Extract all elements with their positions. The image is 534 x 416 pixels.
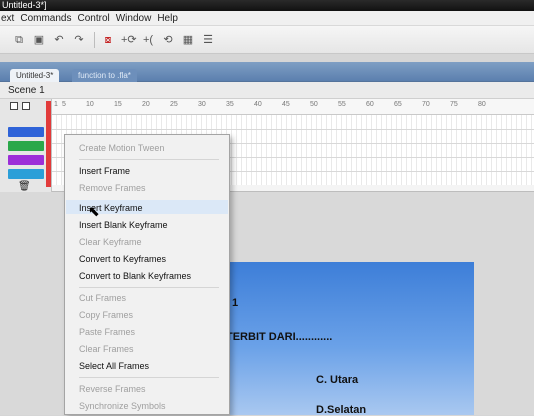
ruler-label: 30 xyxy=(198,101,206,108)
undo-icon[interactable]: ↶ xyxy=(52,33,66,47)
menu-text[interactable]: ext xyxy=(0,13,20,24)
menu-cut-frames: Cut Frames xyxy=(79,293,127,303)
ruler-label: 5 xyxy=(62,101,66,108)
slide-line-2: TERBIT DARI............ xyxy=(226,331,333,343)
main-toolbar: ⧉ ▣ ↶ ↷ ⧇ +⟳ +( ⟲ ▦ ☰ xyxy=(0,26,534,54)
ruler-label: 75 xyxy=(450,101,458,108)
menu-window[interactable]: Window xyxy=(116,13,158,24)
menu-control[interactable]: Control xyxy=(77,13,115,24)
menu-insert-blank-keyframe[interactable]: Insert Blank Keyframe xyxy=(79,219,168,231)
menu-insert-frame[interactable]: Insert Frame xyxy=(79,165,130,177)
frame-context-menu: Create Motion Tween Insert Frame Remove … xyxy=(64,134,230,415)
ruler-label: 35 xyxy=(226,101,234,108)
menu-remove-frames: Remove Frames xyxy=(79,183,146,193)
paste-icon[interactable]: ▣ xyxy=(32,33,46,47)
ruler-label: 65 xyxy=(394,101,402,108)
rotate-icon[interactable]: ⟲ xyxy=(161,33,175,47)
menu-clear-frames: Clear Frames xyxy=(79,344,134,354)
menu-separator xyxy=(79,377,219,378)
window-title-bar: Untitled-3*] xyxy=(0,0,534,11)
ruler-label: 1 xyxy=(54,101,58,108)
menu-separator xyxy=(79,287,219,288)
menu-convert-to-keyframes[interactable]: Convert to Keyframes xyxy=(79,253,166,265)
slide-line-1: 1 xyxy=(232,297,239,309)
slide-line-3: C. Utara xyxy=(316,374,359,386)
document-tab-bar: Untitled-3* function to .fla* xyxy=(0,62,534,82)
menu-convert-to-blank-keyframes[interactable]: Convert to Blank Keyframes xyxy=(79,270,191,282)
ruler-label: 55 xyxy=(338,101,346,108)
redo-icon[interactable]: ↷ xyxy=(72,33,86,47)
window-title: Untitled-3*] xyxy=(2,0,47,10)
ruler-label: 60 xyxy=(366,101,374,108)
toolbar-separator xyxy=(94,31,95,48)
layer-1[interactable] xyxy=(8,127,44,137)
frame-row-divider xyxy=(52,129,534,130)
ruler-label: 10 xyxy=(86,101,94,108)
menu-synchronize-symbols: Synchronize Symbols xyxy=(79,401,166,411)
menu-create-motion-tween: Create Motion Tween xyxy=(79,143,165,153)
ruler-label: 40 xyxy=(254,101,262,108)
ruler-label: 20 xyxy=(142,101,150,108)
menu-help[interactable]: Help xyxy=(157,13,184,24)
menu-paste-frames: Paste Frames xyxy=(79,327,136,337)
slide-line-4: D.Selatan xyxy=(316,404,367,416)
layer-2[interactable] xyxy=(8,141,44,151)
menu-commands[interactable]: Commands xyxy=(20,13,77,24)
ruler-label: 45 xyxy=(282,101,290,108)
tab-function-fla[interactable]: function to .fla* xyxy=(72,69,137,82)
ruler-label: 25 xyxy=(170,101,178,108)
snap-icon[interactable]: ⧇ xyxy=(101,33,115,47)
scale-icon[interactable]: ▦ xyxy=(181,33,195,47)
menu-select-all-frames[interactable]: Select All Frames xyxy=(79,360,149,372)
smooth-icon[interactable]: +⟳ xyxy=(121,33,137,47)
mouse-cursor-icon: ⬉ xyxy=(88,203,100,219)
menu-separator xyxy=(79,159,219,160)
menu-copy-frames: Copy Frames xyxy=(79,310,134,320)
scene-bar: Scene 1 xyxy=(0,82,534,99)
ruler-label: 70 xyxy=(422,101,430,108)
straighten-icon[interactable]: +( xyxy=(141,33,155,47)
layer-4[interactable] xyxy=(8,169,44,179)
playhead[interactable] xyxy=(46,101,51,187)
ruler-label: 50 xyxy=(310,101,318,108)
eye-toggle-icon[interactable] xyxy=(10,102,18,110)
ruler-label: 80 xyxy=(478,101,486,108)
trash-icon[interactable]: 🗑 xyxy=(18,181,31,192)
layer-3[interactable] xyxy=(8,155,44,165)
menu-clear-keyframe: Clear Keyframe xyxy=(79,237,142,247)
menu-bar: ext Commands Control Window Help xyxy=(0,11,534,26)
menu-reverse-frames: Reverse Frames xyxy=(79,384,146,394)
lock-toggle-icon[interactable] xyxy=(22,102,30,110)
align-icon[interactable]: ☰ xyxy=(201,33,215,47)
tab-untitled-3[interactable]: Untitled-3* xyxy=(10,69,60,82)
copy-icon[interactable]: ⧉ xyxy=(12,33,26,47)
frame-ruler: 1 5 10 15 20 25 30 35 40 45 50 55 60 65 … xyxy=(52,99,534,115)
layer-panel: 🗑 xyxy=(0,99,52,192)
scene-label[interactable]: Scene 1 xyxy=(8,85,45,96)
ruler-label: 15 xyxy=(114,101,122,108)
